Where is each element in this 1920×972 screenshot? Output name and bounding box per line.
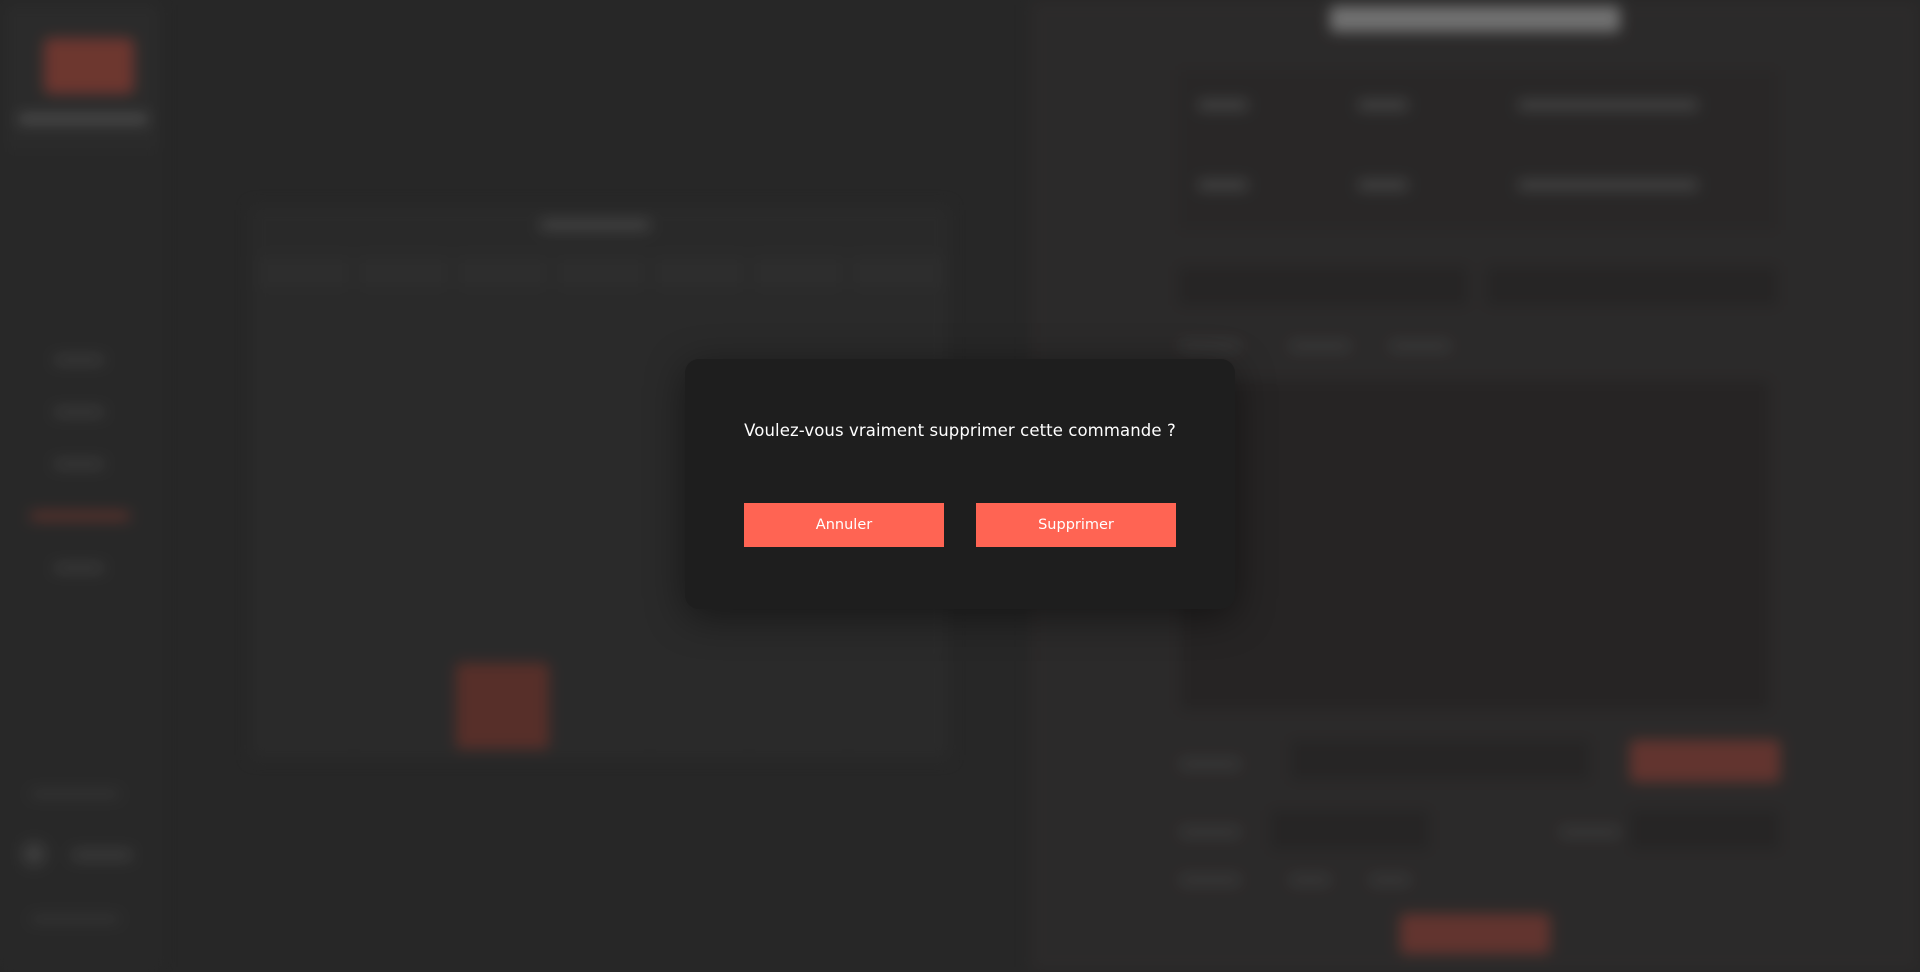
cancel-button[interactable]: Annuler bbox=[744, 503, 944, 547]
delete-button[interactable]: Supprimer bbox=[976, 503, 1176, 547]
app-root: Voulez-vous vraiment supprimer cette com… bbox=[0, 0, 1920, 972]
confirm-delete-dialog: Voulez-vous vraiment supprimer cette com… bbox=[685, 359, 1235, 609]
dialog-question: Voulez-vous vraiment supprimer cette com… bbox=[744, 421, 1176, 440]
